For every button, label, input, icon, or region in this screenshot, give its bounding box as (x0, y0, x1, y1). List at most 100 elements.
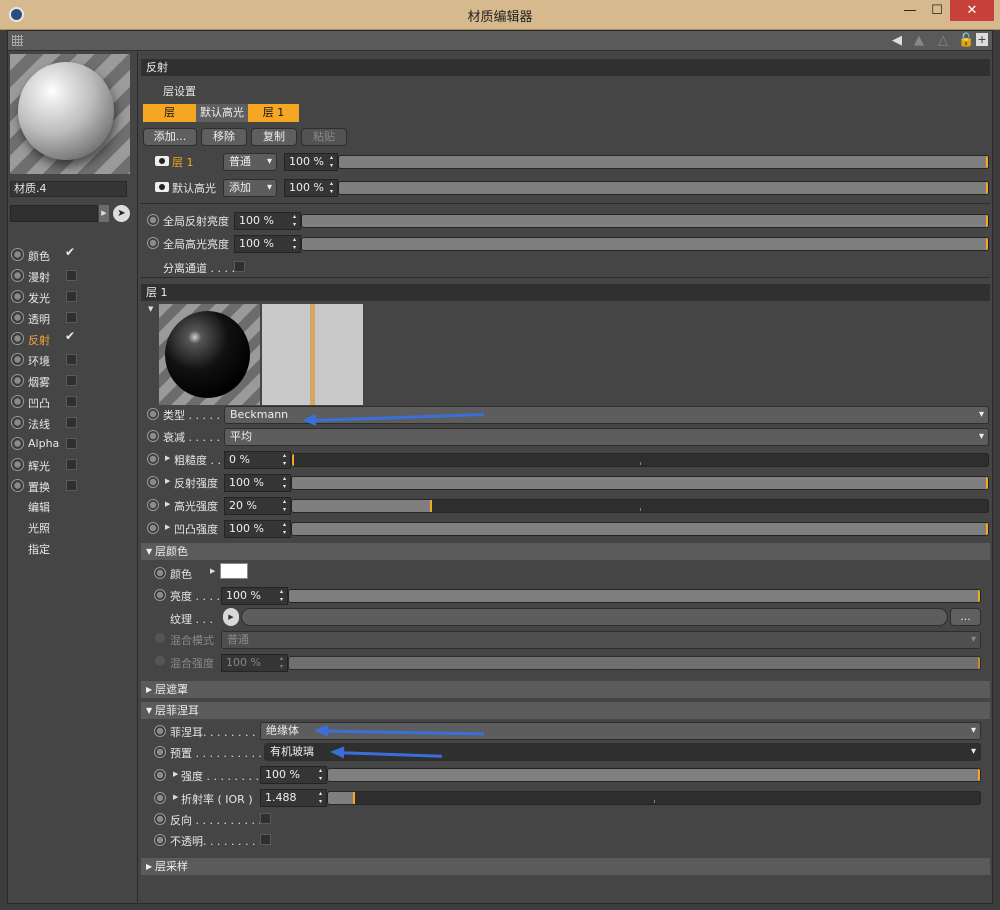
channel-item[interactable]: Alpha (11, 434, 135, 454)
layer-sampling-group[interactable]: ▶ 层采样 (141, 858, 990, 875)
animate-radio[interactable] (147, 408, 159, 420)
animate-radio[interactable] (11, 353, 24, 366)
channel-checkbox[interactable] (66, 375, 77, 386)
channel-item[interactable]: 透明 (11, 308, 135, 328)
channel-checkbox[interactable] (66, 270, 77, 281)
animate-radio[interactable] (11, 395, 24, 408)
layer-1-opacity-field[interactable]: 100 % (284, 153, 338, 171)
expand-arrow-icon[interactable]: ▶ (210, 567, 215, 575)
default-spec-mode-dropdown[interactable]: 添加 (223, 179, 277, 197)
material-name-field[interactable]: 材质.4 (10, 181, 127, 197)
separate-passes-checkbox[interactable] (234, 261, 245, 272)
channel-item[interactable]: 漫射 (11, 266, 135, 286)
new-window-icon[interactable]: + (976, 33, 988, 46)
grip-icon[interactable] (12, 35, 23, 46)
channel-checkbox[interactable] (66, 312, 77, 323)
roughness-slider[interactable] (291, 453, 989, 467)
animate-radio[interactable] (11, 332, 24, 345)
animate-radio[interactable] (154, 792, 166, 804)
reflect-strength-slider[interactable] (291, 476, 989, 490)
ior-field[interactable]: 1.488 (260, 789, 327, 807)
color-swatch[interactable] (220, 563, 248, 579)
brightness-slider[interactable] (288, 589, 981, 603)
minimize-button[interactable]: — (896, 0, 924, 21)
tab-default-spec[interactable]: 默认高光 (196, 104, 248, 122)
brightness-field[interactable]: 100 % (221, 587, 288, 605)
invert-checkbox[interactable] (260, 813, 271, 824)
channel-checkbox[interactable] (66, 459, 77, 470)
lock-icon[interactable]: 🔓 (958, 33, 974, 48)
blend-strength-field[interactable]: 100 % (221, 654, 288, 672)
blend-strength-slider[interactable] (288, 656, 981, 670)
animate-radio[interactable] (154, 567, 166, 579)
back-arrow-icon[interactable]: ◀ (892, 33, 902, 48)
slider-knob[interactable] (430, 500, 433, 512)
reflect-strength-field[interactable]: 100 % (224, 474, 291, 492)
search-arrow-icon[interactable]: ▶ (99, 205, 109, 222)
expand-arrow-icon[interactable]: ▶ (165, 500, 170, 508)
channel-label[interactable]: 烟雾 (28, 374, 50, 390)
remove-layer-button[interactable]: 移除 (201, 128, 247, 146)
slider-knob[interactable] (986, 523, 988, 535)
channel-label[interactable]: 透明 (28, 311, 50, 327)
material-search-field[interactable] (10, 205, 98, 222)
pointer-pick-icon[interactable]: ➤ (113, 205, 130, 222)
layer-1-mode-dropdown[interactable]: 普通 (223, 153, 277, 171)
channel-item[interactable]: 法线 (11, 413, 135, 433)
channel-label[interactable]: 置换 (28, 479, 50, 495)
expand-arrow-icon[interactable]: ▶ (165, 523, 170, 531)
animate-radio[interactable] (11, 437, 24, 450)
default-spec-name[interactable]: 默认高光 (172, 180, 216, 196)
channel-item[interactable]: 环境 (11, 350, 135, 370)
channel-label[interactable]: 颜色 (28, 248, 50, 264)
channel-label[interactable]: 反射 (28, 332, 50, 348)
channel-label[interactable]: 辉光 (28, 458, 50, 474)
animate-radio[interactable] (11, 374, 24, 387)
checkmark-icon[interactable]: ✔ (65, 329, 75, 343)
animate-radio[interactable] (11, 458, 24, 471)
paste-layer-button[interactable]: 粘贴 (301, 128, 347, 146)
bump-strength-field[interactable]: 100 % (224, 520, 291, 538)
slider-knob[interactable] (978, 657, 980, 669)
animate-radio[interactable] (154, 813, 166, 825)
visibility-eye-icon[interactable] (155, 156, 169, 166)
blend-mode-dropdown[interactable]: 普通 (221, 631, 981, 649)
opaque-checkbox[interactable] (260, 834, 271, 845)
tab-layers[interactable]: 层 (143, 104, 196, 122)
attenuation-dropdown[interactable]: 平均 (224, 428, 989, 446)
channel-label[interactable]: 漫射 (28, 269, 50, 285)
animate-radio[interactable] (11, 248, 24, 261)
default-spec-opacity-slider[interactable] (338, 181, 989, 195)
global-reflect-slider[interactable] (301, 214, 989, 228)
tab-layer-1[interactable]: 层 1 (248, 104, 299, 122)
animate-radio[interactable] (147, 453, 159, 465)
animate-radio[interactable] (147, 522, 159, 534)
layer-mask-group[interactable]: ▶ 层遮罩 (141, 681, 990, 698)
material-preview[interactable] (10, 54, 130, 174)
channel-label[interactable]: Alpha (28, 437, 59, 450)
animate-radio[interactable] (11, 269, 24, 282)
forward-arrow-icon[interactable]: △ (938, 33, 948, 48)
slider-knob[interactable] (978, 590, 980, 602)
animate-radio[interactable] (147, 237, 159, 249)
global-spec-field[interactable]: 100 % (234, 235, 301, 253)
channel-item[interactable]: 发光 (11, 287, 135, 307)
close-button[interactable]: ✕ (950, 0, 994, 21)
layer-1-name[interactable]: 层 1 (172, 154, 194, 170)
up-arrow-icon[interactable]: ▲ (914, 33, 924, 48)
spec-strength-field[interactable]: 20 % (224, 497, 291, 515)
texture-arrow-icon[interactable]: ▶ (223, 608, 239, 626)
expand-arrow-icon[interactable]: ▶ (165, 477, 170, 485)
ior-slider[interactable] (327, 791, 981, 805)
expand-arrow-icon[interactable]: ▶ (173, 793, 178, 801)
animate-radio[interactable] (11, 311, 24, 324)
fresnel-strength-slider[interactable] (327, 768, 981, 782)
channel-checkbox[interactable] (66, 417, 77, 428)
animate-radio[interactable] (147, 476, 159, 488)
animate-radio[interactable] (147, 499, 159, 511)
slider-knob[interactable] (986, 477, 988, 489)
animate-radio[interactable] (11, 290, 24, 303)
slider-knob[interactable] (986, 156, 988, 168)
animate-radio[interactable] (154, 769, 166, 781)
slider-knob[interactable] (986, 215, 988, 227)
